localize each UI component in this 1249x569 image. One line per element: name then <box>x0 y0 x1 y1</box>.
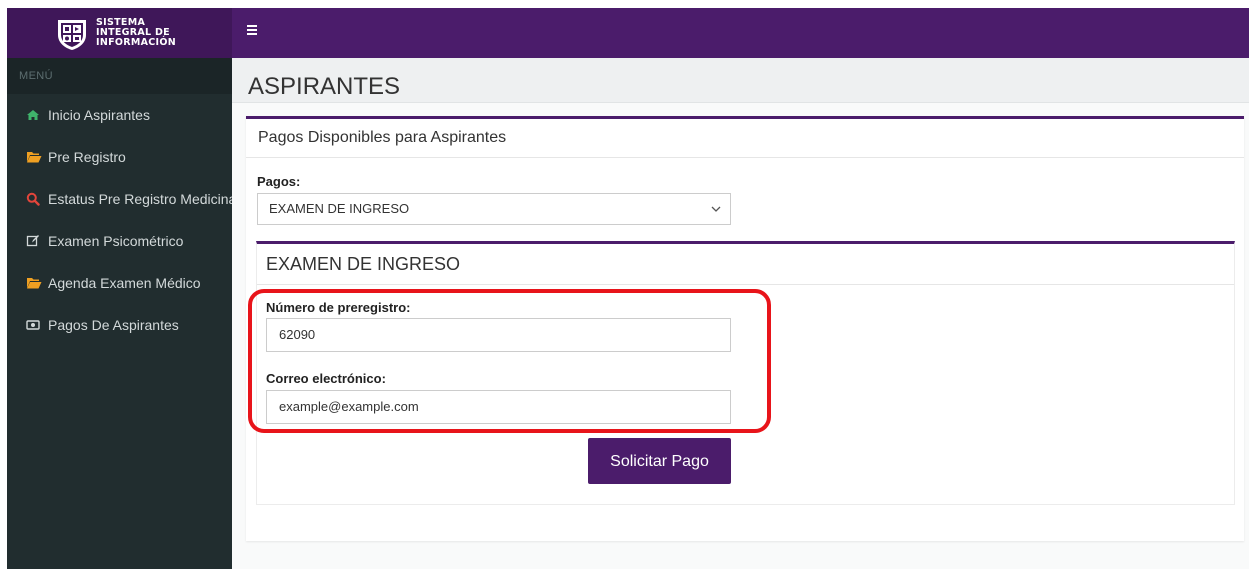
top-bar: SISTEMA INTEGRAL DE INFORMACIÓN <box>7 8 1249 58</box>
sidebar-item-label: Agenda Examen Médico <box>48 275 201 291</box>
sidebar-item-agenda-examen-medico[interactable]: Agenda Examen Médico <box>7 262 232 304</box>
preregistro-value: 62090 <box>279 327 316 342</box>
payments-panel: Pagos Disponibles para Aspirantes Pagos:… <box>246 116 1244 541</box>
pagos-select[interactable]: EXAMEN DE INGRESO <box>257 193 731 225</box>
sidebar-item-label: Pagos De Aspirantes <box>48 317 179 333</box>
sidebar-item-estatus-pre-registro-medicina[interactable]: Estatus Pre Registro Medicina <box>7 178 232 220</box>
brand[interactable]: SISTEMA INTEGRAL DE INFORMACIÓN <box>7 8 232 58</box>
sidebar-menu-header: MENÚ <box>7 58 232 94</box>
app-window: SISTEMA INTEGRAL DE INFORMACIÓN MENÚ Ini… <box>7 8 1249 569</box>
sidebar: MENÚ Inicio Aspirantes Pre Registro Esta… <box>7 58 232 569</box>
correo-input[interactable]: example@example.com <box>266 390 731 424</box>
folder-open-icon <box>26 150 42 164</box>
sidebar-item-pre-registro[interactable]: Pre Registro <box>7 136 232 178</box>
correo-value: example@example.com <box>279 399 419 414</box>
edit-icon <box>26 234 40 248</box>
exam-form-title: EXAMEN DE INGRESO <box>257 244 1234 285</box>
correo-label: Correo electrónico: <box>266 371 386 386</box>
sidebar-item-pagos-de-aspirantes[interactable]: Pagos De Aspirantes <box>7 304 232 346</box>
pagos-label: Pagos: <box>257 174 301 189</box>
brand-line-3: INFORMACIÓN <box>96 37 177 48</box>
search-icon <box>26 192 40 206</box>
main-content: ASPIRANTES Pagos Disponibles para Aspira… <box>232 58 1249 569</box>
sidebar-item-label: Inicio Aspirantes <box>48 107 150 123</box>
preregistro-input[interactable]: 62090 <box>266 318 731 352</box>
chevron-down-icon <box>711 206 721 212</box>
exam-payment-form: EXAMEN DE INGRESO Número de preregistro:… <box>248 241 1235 505</box>
money-icon <box>26 318 40 332</box>
sidebar-item-label: Pre Registro <box>48 149 126 165</box>
preregistro-label: Número de preregistro: <box>266 300 411 315</box>
university-shield-icon <box>58 20 86 50</box>
page-title: ASPIRANTES <box>248 73 401 100</box>
sidebar-item-label: Examen Psicométrico <box>48 233 184 249</box>
payments-panel-title: Pagos Disponibles para Aspirantes <box>246 119 1244 158</box>
folder-open-icon <box>26 276 42 290</box>
sidebar-item-examen-psicometrico[interactable]: Examen Psicométrico <box>7 220 232 262</box>
home-icon <box>26 108 40 122</box>
pagos-selected-value: EXAMEN DE INGRESO <box>269 201 410 216</box>
brand-title: SISTEMA INTEGRAL DE INFORMACIÓN <box>96 18 176 48</box>
hamburger-menu-icon[interactable] <box>247 25 261 39</box>
sidebar-item-inicio-aspirantes[interactable]: Inicio Aspirantes <box>7 94 232 136</box>
page-header: ASPIRANTES <box>232 58 1249 103</box>
sidebar-item-label: Estatus Pre Registro Medicina <box>48 191 232 207</box>
solicitar-pago-button[interactable]: Solicitar Pago <box>588 438 731 484</box>
